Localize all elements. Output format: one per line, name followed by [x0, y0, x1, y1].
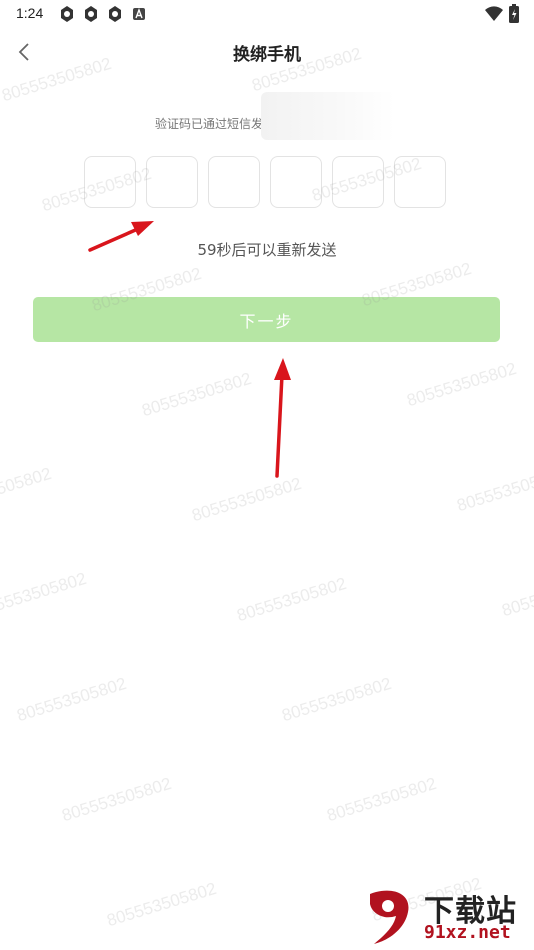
watermark-layer: 805553505802 805553505802 805553505802 8… [0, 0, 534, 950]
status-right [484, 4, 520, 24]
watermark-text: 805553505802 [139, 368, 254, 421]
status-bar: 1:24 [0, 0, 534, 28]
app-notification-icon [109, 6, 121, 22]
watermark-text: 805553505802 [279, 673, 394, 726]
watermark-text: 805553505802 [104, 878, 219, 931]
page-title: 换绑手机 [233, 45, 301, 65]
notification-icons [58, 5, 148, 23]
site-logo-domain: 91xz.net [424, 922, 511, 943]
wifi-icon [485, 6, 503, 21]
watermark-text: 805553505802 [324, 773, 439, 826]
code-slot[interactable] [84, 156, 136, 208]
watermark-text: 805553505802 [189, 473, 304, 526]
code-slot[interactable] [394, 156, 446, 208]
watermark-text: 805553505802 [59, 773, 174, 826]
sms-hint-text: 验证码已通过短信发送 [155, 116, 276, 131]
sms-hint: 验证码已通过短信发送 [155, 113, 275, 133]
watermark-text: 805553505802 [499, 568, 534, 621]
battery-charging-icon [509, 4, 519, 23]
watermark-text: 805553505802 [0, 463, 54, 516]
watermark-text: 805553505802 [454, 463, 534, 516]
resend-countdown: 59秒后可以重新发送 [197, 241, 337, 259]
app-notification-icon [61, 6, 73, 22]
header: 换绑手机 [0, 30, 534, 74]
code-slot[interactable] [146, 156, 198, 208]
phone-number-redacted [261, 92, 395, 140]
next-step-button[interactable]: 下一步 [33, 297, 500, 342]
annotation-arrows [88, 221, 291, 478]
watermark-text: 805553505802 [0, 568, 89, 621]
verification-code-input[interactable] [84, 156, 446, 208]
code-slot[interactable] [332, 156, 384, 208]
app-a-icon [133, 8, 145, 20]
code-slot[interactable] [270, 156, 322, 208]
watermark-text: 805553505802 [14, 673, 129, 726]
status-time: 1:24 [16, 5, 44, 21]
annotation-arrow-icon [274, 358, 291, 478]
code-slot[interactable] [208, 156, 260, 208]
site-logo: 下载站 91xz.net [360, 886, 530, 948]
watermark-text: 805553505802 [404, 358, 519, 411]
watermark-text: 805553505802 [234, 573, 349, 626]
site-logo-icon [370, 890, 409, 944]
app-notification-icon [85, 6, 97, 22]
